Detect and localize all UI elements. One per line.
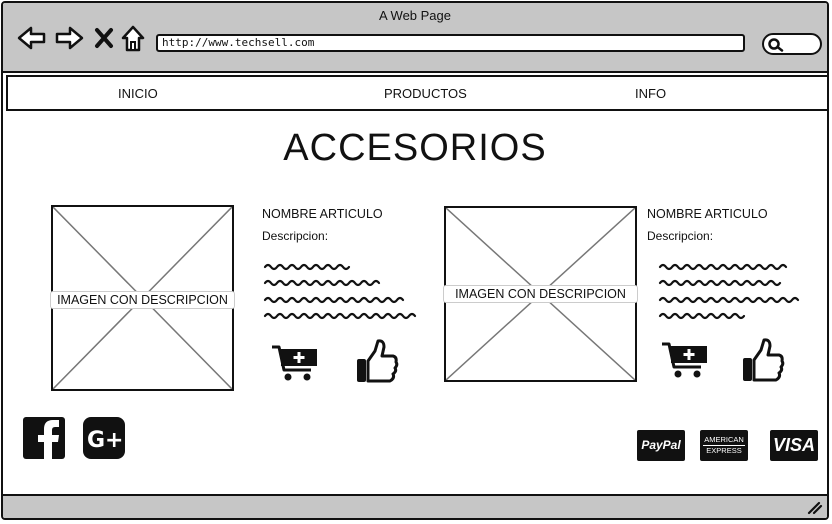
url-input[interactable]: http://www.techsell.com bbox=[156, 34, 745, 52]
menu-item-info[interactable]: INFO bbox=[635, 86, 666, 101]
main-menu: INICIO PRODUCTOS INFO bbox=[6, 75, 827, 111]
home-icon[interactable] bbox=[120, 25, 146, 53]
product-description-text-2 bbox=[658, 263, 800, 320]
product-name-1: NOMBRE ARTICULO bbox=[262, 207, 383, 221]
product-description-label-2: Descripcion: bbox=[647, 229, 714, 243]
add-to-cart-icon-1[interactable] bbox=[271, 344, 319, 384]
product-image-label-2: IMAGEN CON DESCRIPCION bbox=[443, 285, 638, 303]
google-plus-icon[interactable]: G+ bbox=[83, 417, 125, 459]
amex-line-2: EXPRESS bbox=[706, 446, 742, 455]
product-image-1: IMAGEN CON DESCRIPCION bbox=[50, 205, 235, 391]
window-title: A Web Page bbox=[378, 8, 452, 23]
product-description-label-1: Descripcion: bbox=[262, 229, 329, 243]
product-description-text-1 bbox=[263, 263, 417, 320]
search-icon bbox=[768, 38, 784, 52]
menu-item-inicio[interactable]: INICIO bbox=[118, 86, 158, 101]
forward-arrow-icon[interactable] bbox=[54, 25, 84, 51]
product-image-2: IMAGEN CON DESCRIPCION bbox=[443, 206, 638, 382]
status-bar bbox=[3, 494, 827, 518]
svg-text:G+: G+ bbox=[87, 428, 124, 453]
visa-badge: VISA bbox=[770, 430, 818, 461]
like-thumbs-up-icon-1[interactable] bbox=[355, 339, 399, 385]
stop-x-icon[interactable] bbox=[94, 27, 114, 49]
browser-window: A Web Page http://www.techsell.com INICI… bbox=[1, 1, 829, 520]
paypal-badge: PayPal bbox=[637, 430, 685, 461]
product-name-2: NOMBRE ARTICULO bbox=[647, 207, 768, 221]
add-to-cart-icon-2[interactable] bbox=[661, 341, 709, 381]
product-image-label-1: IMAGEN CON DESCRIPCION bbox=[50, 291, 235, 309]
title-bar: A Web Page http://www.techsell.com bbox=[3, 3, 827, 73]
back-arrow-icon[interactable] bbox=[17, 25, 47, 51]
menu-item-productos[interactable]: PRODUCTOS bbox=[384, 86, 467, 101]
like-thumbs-up-icon-2[interactable] bbox=[741, 338, 785, 384]
facebook-icon[interactable] bbox=[23, 417, 65, 459]
resize-grip-icon[interactable] bbox=[807, 501, 823, 515]
page-title: ACCESORIOS bbox=[283, 127, 547, 169]
amex-line-1: AMERICAN bbox=[703, 435, 745, 446]
search-box[interactable] bbox=[762, 33, 822, 55]
amex-badge: AMERICAN EXPRESS bbox=[700, 430, 748, 461]
